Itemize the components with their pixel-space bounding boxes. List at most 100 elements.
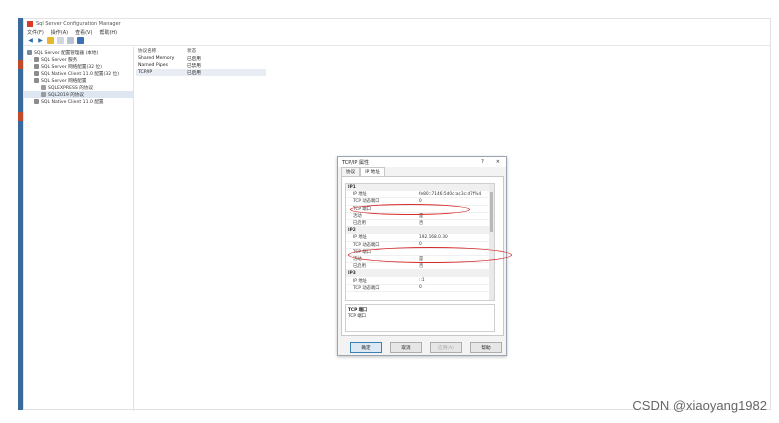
tree-node-icon <box>34 57 39 62</box>
property-value: 否 <box>419 221 424 227</box>
annotation-ring-ip2-port <box>348 247 512 263</box>
property-section[interactable]: IP2 <box>346 227 494 235</box>
tree-item[interactable]: SQL Server 配置管理器 (本地) <box>24 49 133 56</box>
folder-icon[interactable] <box>47 37 54 44</box>
property-grid-scrollbar[interactable] <box>489 184 494 300</box>
property-row[interactable]: 已启用 否 <box>346 220 494 228</box>
property-section[interactable]: IP3 <box>346 270 494 278</box>
menu-action[interactable]: 操作(A) <box>51 29 68 36</box>
menu-view[interactable]: 查看(V) <box>75 29 92 36</box>
description-text: TCP 端口 <box>348 314 366 319</box>
app-icon <box>27 20 33 27</box>
tree-node-icon <box>34 78 39 83</box>
scroll-thumb[interactable] <box>490 192 493 232</box>
apply-button[interactable]: 应用(A) <box>430 342 462 353</box>
protocol-row[interactable]: Named Pipes 已禁用 <box>136 62 266 69</box>
tree-item[interactable]: SQL2019 的协议 <box>24 91 133 98</box>
tree-item-label: SQL Server 网络配置 <box>41 78 87 84</box>
tree-node-icon <box>34 71 39 76</box>
property-value: ::1 <box>419 278 425 284</box>
protocol-name: Named Pipes <box>138 63 169 68</box>
export-list-icon[interactable] <box>67 37 74 44</box>
property-row[interactable]: IP 地址 192.168.0.30 <box>346 234 494 242</box>
help-button[interactable]: 帮助 <box>470 342 502 353</box>
tree-item[interactable]: SQL Server 网络配置 <box>24 77 133 84</box>
property-grid: IP1IP 地址 fe80::7146:5d0c:ac3c:d7f%4TCP 动态… <box>345 183 495 301</box>
tree-node-icon <box>41 92 46 97</box>
property-value: 0 <box>419 198 422 204</box>
back-arrow-icon[interactable]: ◀ <box>27 37 34 44</box>
tree-node-icon <box>34 99 39 104</box>
property-key: TCP 动态端口 <box>353 285 380 291</box>
tree-item[interactable]: SQL Server 网络配置(32 位) <box>24 63 133 70</box>
header-status[interactable]: 状态 <box>187 48 235 54</box>
tree-item-label: SQL Server 服务 <box>41 57 78 63</box>
tree-item-label: SQL2019 的协议 <box>48 92 85 98</box>
property-key: 已启用 <box>353 221 366 227</box>
tree-item[interactable]: SQLEXPRESS 的协议 <box>24 84 133 91</box>
screenshot-frame: Sql Server Configuration Manager 文件(F) 操… <box>0 0 779 423</box>
property-section[interactable]: IP1 <box>346 184 494 192</box>
property-description: TCP 端口 TCP 端口 <box>345 304 495 332</box>
tcpip-properties-dialog: TCP/IP 属性 ? × 协议 IP 地址 IP1 IP 地址 fe80::714… <box>337 156 512 356</box>
ok-button[interactable]: 确定 <box>350 342 382 353</box>
window-title: Sql Server Configuration Manager <box>36 20 121 27</box>
dialog-help-icon[interactable]: ? <box>481 159 484 165</box>
tab-ip-addresses[interactable]: IP 地址 <box>360 167 385 176</box>
property-row[interactable]: IP 地址 fe80::7146:5d0c:ac3c:d7f%4 <box>346 191 494 199</box>
protocol-status: 已启用 <box>187 56 201 62</box>
tree-node-icon <box>34 64 39 69</box>
tree-item[interactable]: SQL Native Client 11.0 配置 <box>24 98 133 105</box>
annotation-ring-ip1-port <box>350 204 470 215</box>
protocol-status: 已启用 <box>187 70 201 76</box>
tree-item-label: SQL Native Client 11.0 配置 <box>41 99 104 105</box>
property-value: 否 <box>419 264 424 270</box>
property-value: 192.168.0.30 <box>419 234 448 240</box>
protocol-status: 已禁用 <box>187 63 201 69</box>
property-row[interactable]: 已启用 否 <box>346 263 494 271</box>
property-key: IP2 <box>348 227 356 233</box>
property-key: IP 地址 <box>353 235 367 241</box>
tree-item-label: SQL Native Client 11.0 配置(32 位) <box>41 71 120 77</box>
tab-protocol[interactable]: 协议 <box>341 167 361 176</box>
dialog-title-bar: TCP/IP 属性 ? × <box>338 157 506 167</box>
property-key: IP 地址 <box>353 278 367 284</box>
console-tree: SQL Server 配置管理器 (本地) SQL Server 服务 SQL Se… <box>24 47 134 411</box>
property-row[interactable]: TCP 动态端口 0 <box>346 285 494 292</box>
tree-item[interactable]: SQL Native Client 11.0 配置(32 位) <box>24 70 133 77</box>
property-key: IP1 <box>348 184 356 190</box>
cancel-button[interactable]: 取消 <box>390 342 422 353</box>
menu-help[interactable]: 帮助(H) <box>99 29 117 36</box>
dialog-tab-content: IP1IP 地址 fe80::7146:5d0c:ac3c:d7f%4TCP 动态… <box>341 176 512 336</box>
protocol-list: 协议名称 状态 Shared Memory 已启用 Named Pipes 已禁用 TC… <box>136 47 266 76</box>
menu-file[interactable]: 文件(F) <box>27 29 44 36</box>
forward-arrow-icon[interactable]: ▶ <box>37 37 44 44</box>
tree-item-label: SQLEXPRESS 的协议 <box>48 85 94 91</box>
tree-item-label: SQL Server 配置管理器 (本地) <box>34 50 99 56</box>
property-row[interactable]: IP 地址::1 <box>346 277 494 285</box>
title-bar: Sql Server Configuration Manager <box>24 19 770 28</box>
protocol-row[interactable]: TCP/IP 已启用 <box>136 69 266 76</box>
tree-item-label: SQL Server 网络配置(32 位) <box>41 64 102 70</box>
help-icon[interactable] <box>77 37 84 44</box>
protocol-name: TCP/IP <box>138 70 153 75</box>
dialog-buttons: 确定 取消 应用(A) 帮助 <box>350 342 502 353</box>
dialog-close-icon[interactable]: × <box>496 159 500 165</box>
watermark: CSDN @xiaoyang1982 <box>632 398 767 413</box>
menu-bar: 文件(F) 操作(A) 查看(V) 帮助(H) <box>24 28 770 36</box>
protocol-row[interactable]: Shared Memory 已启用 <box>136 55 266 62</box>
header-protocol-name[interactable]: 协议名称 <box>136 48 187 54</box>
property-key: IP 地址 <box>353 192 367 198</box>
tree-item[interactable]: SQL Server 服务 <box>24 56 133 63</box>
properties-icon[interactable] <box>57 37 64 44</box>
property-key: 已启用 <box>353 264 366 270</box>
list-header: 协议名称 状态 <box>136 47 266 55</box>
tree-node-icon <box>41 85 46 90</box>
property-value: 0 <box>419 285 422 291</box>
property-key: IP3 <box>348 270 356 276</box>
toolbar: ◀ ▶ <box>24 36 770 46</box>
property-value: fe80::7146:5d0c:ac3c:d7f%4 <box>419 191 482 197</box>
dialog-title: TCP/IP 属性 <box>342 159 370 166</box>
protocol-name: Shared Memory <box>138 56 175 61</box>
dialog-tabs: 协议 IP 地址 <box>338 167 506 176</box>
